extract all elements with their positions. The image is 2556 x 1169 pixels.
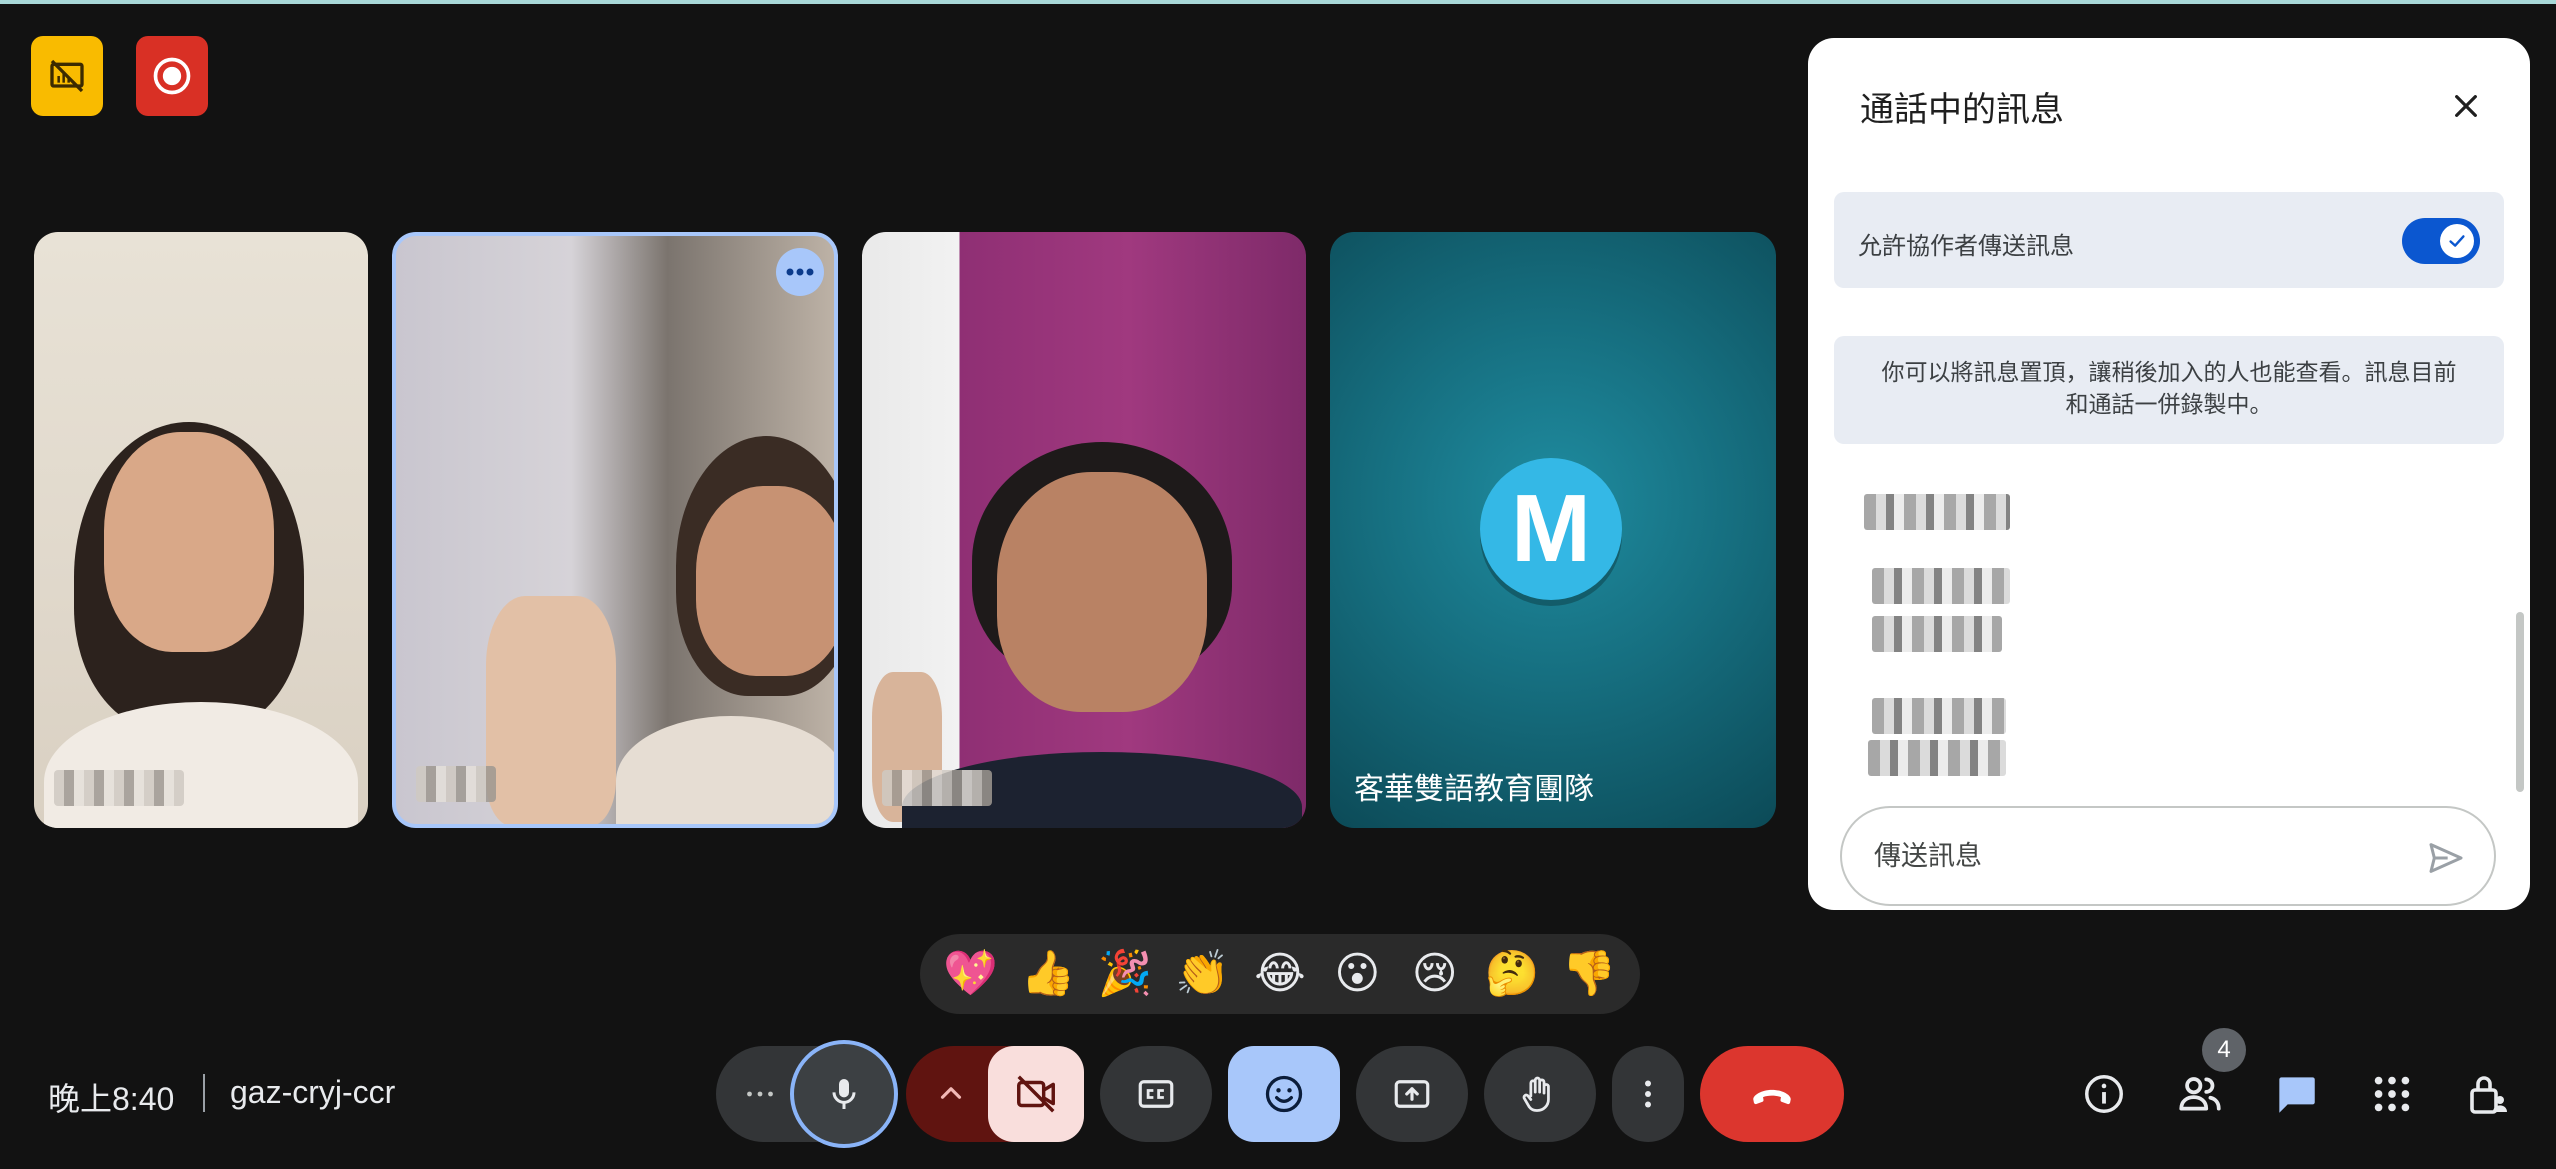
- reaction-sparkling-heart[interactable]: 💖: [938, 952, 1004, 996]
- divider: [203, 1074, 205, 1112]
- present-icon: [1394, 1080, 1430, 1108]
- pin-info-line-1: 你可以將訊息置頂，讓稍後加入的人也能查看。訊息目前: [1881, 359, 2457, 385]
- participant-avatar: M: [1480, 458, 1622, 600]
- meeting-details-button[interactable]: [2076, 1066, 2132, 1122]
- participant-shirt: [616, 716, 834, 824]
- microphone-toggle-button[interactable]: [790, 1040, 898, 1148]
- message-blurred: [1872, 698, 2006, 734]
- reaction-laughing[interactable]: 😂: [1247, 952, 1313, 996]
- people-button[interactable]: [2172, 1066, 2228, 1122]
- info-icon: [2085, 1075, 2123, 1113]
- more-vert-icon: [1645, 1080, 1651, 1108]
- send-reaction-button[interactable]: [1228, 1046, 1340, 1142]
- reaction-thumbs-up[interactable]: 👍: [1015, 952, 1081, 996]
- close-panel-button[interactable]: [2438, 78, 2494, 134]
- smiley-icon: [1265, 1075, 1303, 1113]
- close-icon: [2455, 95, 2477, 117]
- more-options-button[interactable]: [1612, 1046, 1684, 1142]
- closed-captions-icon: [1138, 1080, 1174, 1108]
- leave-call-button[interactable]: [1700, 1046, 1844, 1142]
- participant-name: 客華雙語教育團隊: [1354, 773, 1594, 806]
- participant-name-blurred: [882, 770, 992, 806]
- participant-face: [104, 432, 274, 652]
- captions-button[interactable]: [1100, 1046, 1212, 1142]
- participant-face: [696, 486, 834, 676]
- apps-grid-icon: [2374, 1076, 2410, 1112]
- panel-title: 通話中的訊息: [1860, 91, 2064, 129]
- camera-off-icon: [1017, 1075, 1055, 1113]
- present-screen-button[interactable]: [1356, 1046, 1468, 1142]
- participant-tile-3[interactable]: [862, 232, 1306, 828]
- raise-hand-button[interactable]: [1484, 1046, 1596, 1142]
- reaction-party-popper[interactable]: 🎉: [1092, 952, 1158, 996]
- hand-icon: [1522, 1076, 1550, 1112]
- send-button[interactable]: [2422, 834, 2470, 882]
- reaction-crying[interactable]: 😢: [1402, 952, 1468, 996]
- chat-icon: [2279, 1077, 2315, 1113]
- camera-toggle-button[interactable]: [988, 1046, 1084, 1142]
- meeting-code: gaz-cryj-ccr: [230, 1074, 396, 1110]
- send-message-input[interactable]: [1874, 836, 2394, 876]
- recording-icon: [153, 57, 191, 95]
- hang-up-icon: [1753, 1089, 1791, 1105]
- check-icon: [2449, 235, 2465, 247]
- participant-shirt: [44, 702, 358, 828]
- current-time: 晚上8:40: [48, 1081, 175, 1117]
- messages-scrollbar[interactable]: [2516, 612, 2524, 792]
- toggle-knob: [2440, 224, 2474, 258]
- chat-button[interactable]: [2268, 1066, 2324, 1122]
- reaction-thinking[interactable]: 🤔: [1479, 952, 1545, 996]
- allow-messages-label: 允許協作者傳送訊息: [1858, 233, 2074, 260]
- pin-info-notice: 你可以將訊息置頂，讓稍後加入的人也能查看。訊息目前 和通話一併錄製中。: [1834, 336, 2504, 444]
- more-horiz-icon: [786, 268, 814, 276]
- people-icon: [2179, 1077, 2221, 1111]
- message-blurred: [1868, 740, 2006, 776]
- reaction-clapping[interactable]: 👏: [1170, 952, 1236, 996]
- in-call-messages-panel: 通話中的訊息 允許協作者傳送訊息 你可以將訊息置頂，讓稍後加入的人也能查看。訊息…: [1808, 38, 2530, 910]
- allow-messages-row: 允許協作者傳送訊息: [1834, 192, 2504, 288]
- participant-tile-2[interactable]: [392, 232, 838, 828]
- microphone-icon: [832, 1079, 856, 1109]
- allow-messages-toggle[interactable]: [2402, 218, 2480, 264]
- no-screen-share-icon: [50, 59, 84, 93]
- more-horiz-icon: [747, 1091, 773, 1097]
- no-screen-share-badge[interactable]: [31, 36, 103, 116]
- chevron-up-icon: [940, 1087, 962, 1099]
- window-top-border: [0, 0, 2556, 4]
- lock-person-icon: [2470, 1076, 2507, 1114]
- reaction-surprised[interactable]: 😮: [1324, 952, 1390, 996]
- host-controls-button[interactable]: [2460, 1066, 2516, 1122]
- participant-tile-4[interactable]: M 客華雙語教育團隊: [1330, 232, 1776, 828]
- participant-name-blurred: [54, 770, 184, 806]
- message-blurred: [1872, 616, 2002, 652]
- pin-info-line-2: 和通話一併錄製中。: [2065, 391, 2273, 417]
- activities-button[interactable]: [2364, 1066, 2420, 1122]
- tile-more-options-button[interactable]: [776, 248, 824, 296]
- participant-hand: [486, 596, 616, 824]
- reactions-bar: 💖 👍 🎉 👏 😂 😮 😢 🤔 👎: [920, 934, 1640, 1014]
- participant-count-badge: 4: [2202, 1028, 2246, 1072]
- message-blurred: [1872, 568, 2010, 604]
- participant-tile-1[interactable]: [34, 232, 368, 828]
- recording-badge[interactable]: [136, 36, 208, 116]
- send-icon: [2429, 843, 2463, 873]
- participant-name-blurred: [416, 766, 496, 802]
- participant-face: [997, 472, 1207, 712]
- reaction-thumbs-down[interactable]: 👎: [1556, 952, 1622, 996]
- message-blurred: [1864, 494, 2010, 530]
- send-message-field[interactable]: [1840, 806, 2496, 906]
